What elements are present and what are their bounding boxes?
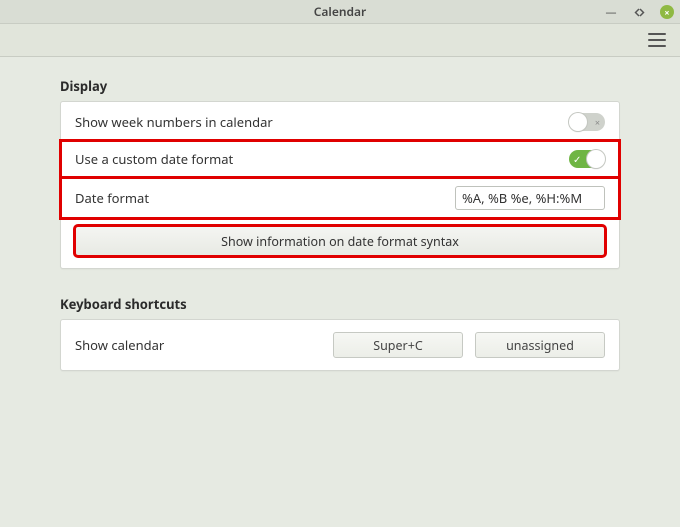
date-format-input[interactable] <box>455 186 605 210</box>
window-controls: — × <box>604 0 674 24</box>
toggle-on-icon: ✓ <box>573 152 581 166</box>
row-date-format: Date format <box>61 178 619 218</box>
use-custom-format-toggle[interactable]: ✓ <box>569 150 605 168</box>
show-calendar-shortcut-label: Show calendar <box>75 336 321 354</box>
minimize-button[interactable]: — <box>604 5 618 19</box>
toggle-off-icon: × <box>595 116 600 129</box>
display-panel: Show week numbers in calendar × Use a cu… <box>60 101 620 269</box>
use-custom-format-label: Use a custom date format <box>75 150 569 168</box>
section-title-shortcuts: Keyboard shortcuts <box>60 295 620 313</box>
content-area: Display Show week numbers in calendar × … <box>0 57 680 371</box>
window-title: Calendar <box>0 3 680 20</box>
close-button[interactable]: × <box>660 5 674 19</box>
row-show-week-numbers: Show week numbers in calendar × <box>61 104 619 140</box>
show-week-numbers-toggle[interactable]: × <box>569 113 605 131</box>
row-use-custom-format: Use a custom date format ✓ <box>61 141 619 177</box>
date-format-label: Date format <box>75 189 455 207</box>
show-week-numbers-label: Show week numbers in calendar <box>75 113 569 131</box>
row-show-calendar-shortcut: Show calendar Super+C unassigned <box>61 326 619 364</box>
titlebar: Calendar — × <box>0 0 680 24</box>
show-syntax-button-label: Show information on date format syntax <box>221 233 459 250</box>
menu-icon[interactable] <box>648 33 666 47</box>
toolbar <box>0 24 680 57</box>
show-calendar-binding-1[interactable]: Super+C <box>333 332 463 358</box>
maximize-button[interactable] <box>632 5 646 19</box>
show-calendar-binding-2[interactable]: unassigned <box>475 332 605 358</box>
show-syntax-button[interactable]: Show information on date format syntax <box>75 226 605 256</box>
section-title-display: Display <box>60 77 620 95</box>
shortcuts-panel: Show calendar Super+C unassigned <box>60 319 620 371</box>
